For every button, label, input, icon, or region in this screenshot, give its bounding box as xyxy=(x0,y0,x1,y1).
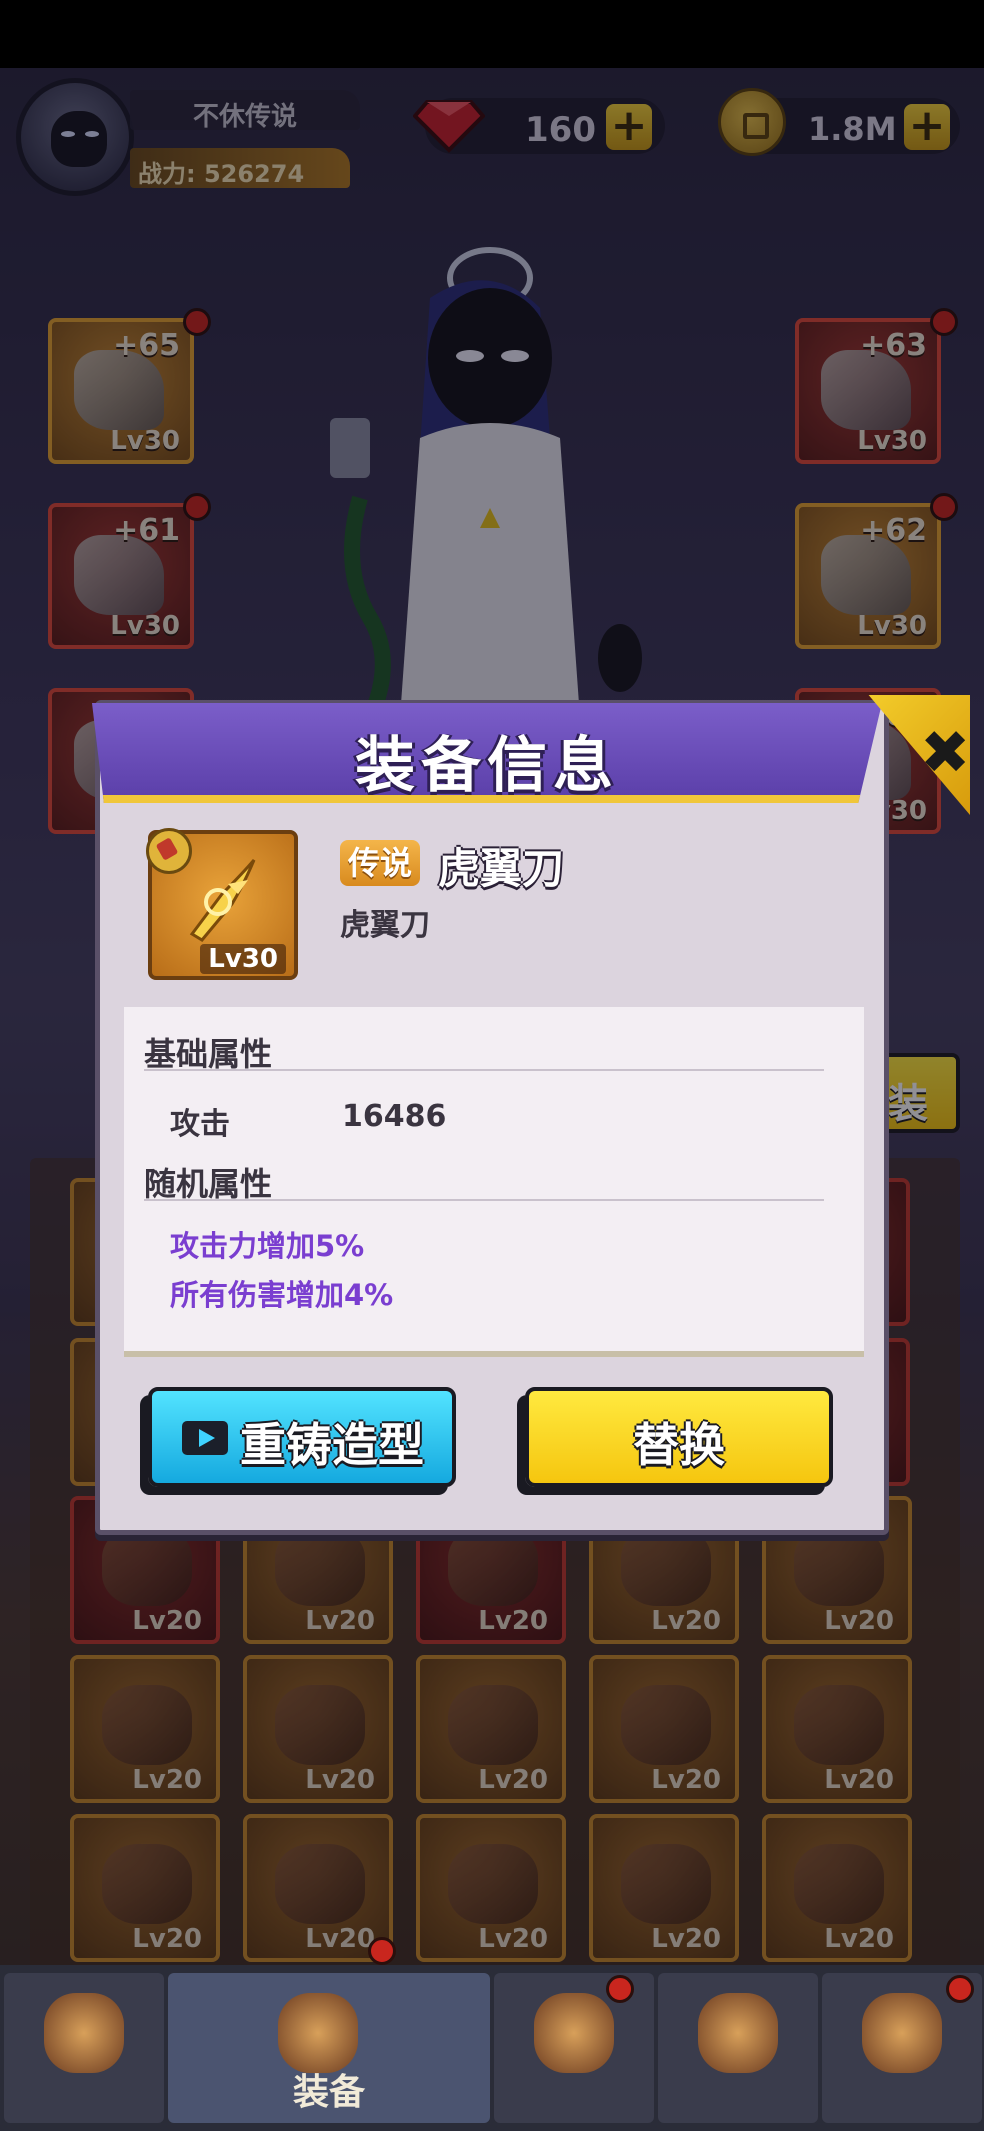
notification-dot-icon xyxy=(368,1937,396,1965)
guild-icon xyxy=(862,1993,942,2073)
reforge-label: 重铸造型 xyxy=(240,1418,424,1472)
modal-header: 装备信息 xyxy=(92,703,882,803)
attr-value: 16486 xyxy=(342,1099,447,1134)
tab-equipment[interactable]: 装备 xyxy=(168,1973,490,2123)
drum-icon xyxy=(534,1993,614,2073)
scroll-icon xyxy=(698,1993,778,2073)
tab-scroll[interactable] xyxy=(658,1973,818,2123)
random-attr: 攻击力增加5% xyxy=(170,1229,365,1263)
tab-hero[interactable] xyxy=(4,1973,164,2123)
tiger-wing-blade-icon xyxy=(189,859,256,942)
modal-title: 装备信息 xyxy=(355,731,619,801)
equipment-info-modal: 装备信息 ✖ Lv30 传说 虎翼刀 虎翼刀 基础属性 攻击 16486 随机属… xyxy=(92,695,970,1535)
item-name: 虎翼刀 xyxy=(438,844,565,893)
reforge-button[interactable]: 重铸造型 xyxy=(148,1387,456,1487)
tab-equipment-label: 装备 xyxy=(292,2072,365,2113)
item-subname: 虎翼刀 xyxy=(340,908,430,943)
attr-key: 攻击 xyxy=(170,1107,230,1142)
divider xyxy=(144,1069,824,1071)
replace-label: 替换 xyxy=(633,1418,725,1472)
replace-button[interactable]: 替换 xyxy=(525,1387,833,1487)
sword-icon xyxy=(278,1993,358,2073)
hero-icon xyxy=(44,1993,124,2073)
notification-dot-icon xyxy=(946,1975,974,2003)
rarity-badge: 传说 xyxy=(340,840,421,886)
random-attr: 所有伤害增加4% xyxy=(170,1278,394,1312)
lock-badge-icon xyxy=(146,828,192,874)
attribute-panel: 基础属性 攻击 16486 随机属性 攻击力增加5% 所有伤害增加4% xyxy=(124,1007,864,1357)
bottom-nav: 装备 xyxy=(0,1937,984,2131)
item-level: Lv30 xyxy=(200,944,286,974)
notification-dot-icon xyxy=(606,1975,634,2003)
close-icon[interactable]: ✖ xyxy=(920,723,970,783)
item-icon: Lv30 xyxy=(146,828,298,980)
divider xyxy=(144,1199,824,1201)
